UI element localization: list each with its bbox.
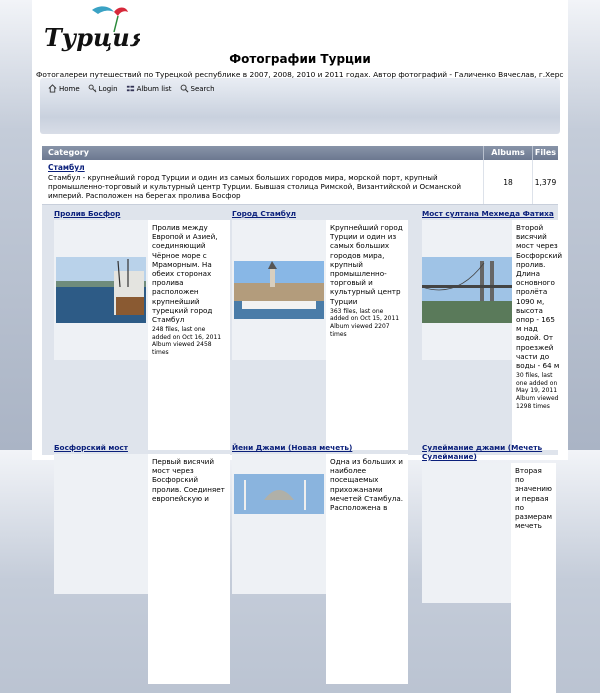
menu-home-label: Home xyxy=(59,84,80,93)
header-files: Files xyxy=(532,146,558,160)
menu-login-label: Login xyxy=(98,84,118,93)
page-frame: Турция Фотографии Турции Home Login Albu… xyxy=(32,0,568,693)
album-title-link[interactable]: Город Стамбул xyxy=(232,209,408,218)
album-description: Крупнейший город Турции и один из самых … xyxy=(330,223,403,306)
category-link[interactable]: Стамбул xyxy=(48,163,477,172)
header-category: Category xyxy=(48,148,89,157)
category-table: Category Albums Files Стамбул Стамбул - … xyxy=(42,146,567,693)
menu-search-label: Search xyxy=(190,84,215,93)
album-body: Пролив между Европой и Азией, соединяющи… xyxy=(54,220,230,450)
album-body: Вторая по значению и первая по размерам … xyxy=(422,463,556,693)
search-icon xyxy=(180,84,188,93)
menu-album-list[interactable]: Album list xyxy=(124,84,174,93)
menu-login[interactable]: Login xyxy=(86,84,120,93)
header-albums: Albums xyxy=(483,146,532,160)
category-cell: Стамбул Стамбул - крупнейший город Турци… xyxy=(42,160,483,204)
album-description: Пролив между Европой и Азией, соединяющи… xyxy=(152,223,218,325)
category-albums-count: 18 xyxy=(483,160,532,204)
album-thumbnail[interactable] xyxy=(54,454,148,594)
album-card: Пролив Босфор Пролив между Европой и Ази… xyxy=(54,209,230,450)
album-title-link[interactable]: Йени Джами (Новая мечеть) xyxy=(232,443,408,452)
svg-text:Турция: Турция xyxy=(44,23,140,52)
album-title-link[interactable]: Пролив Босфор xyxy=(54,209,230,218)
album-title-link[interactable]: Сулеймание джами (Мечеть Сулеймание) xyxy=(422,443,556,461)
menu-search[interactable]: Search xyxy=(178,84,217,93)
album-body: Первый висячий мост через Босфорский про… xyxy=(54,454,230,684)
main-menu: Home Login Album list Search xyxy=(46,84,217,93)
istanbul-city-photo xyxy=(234,261,324,319)
key-icon xyxy=(88,84,97,93)
album-card: Мост султана Мехмеда Фатиха Второй висяч… xyxy=(422,209,567,450)
album-body: Крупнейший город Турции и один из самых … xyxy=(232,220,408,450)
category-row: Стамбул Стамбул - крупнейший город Турци… xyxy=(42,160,558,205)
menu-bar: Home Login Album list Search xyxy=(40,78,560,134)
album-text: Одна из больших и наиболее посещаемых пр… xyxy=(326,454,408,684)
album-card: Сулеймание джами (Мечеть Сулеймание) Вто… xyxy=(422,443,556,693)
album-text: Вторая по значению и первая по размерам … xyxy=(510,463,556,693)
album-card: Йени Джами (Новая мечеть) Одна из больши… xyxy=(232,443,408,684)
site-logo[interactable]: Турция xyxy=(40,2,140,56)
page-title: Фотографии Турции xyxy=(229,52,371,66)
category-description: Стамбул - крупнейший город Турции и один… xyxy=(48,173,462,200)
mosque-photo xyxy=(234,474,324,514)
album-thumbnail[interactable] xyxy=(422,220,512,360)
album-description: Одна из больших и наиболее посещаемых пр… xyxy=(330,457,404,513)
album-text: Пролив между Европой и Азией, соединяющи… xyxy=(148,220,230,450)
album-thumbnail[interactable] xyxy=(422,463,511,603)
album-body: Одна из больших и наиболее посещаемых пр… xyxy=(232,454,408,684)
album-thumbnail[interactable] xyxy=(54,220,148,360)
menu-album-list-label: Album list xyxy=(136,84,172,93)
bridge-photo xyxy=(422,257,512,323)
album-description: Второй висячий мост через Босфорский про… xyxy=(516,223,563,371)
album-list-icon xyxy=(126,85,134,92)
ship-bosphorus-photo xyxy=(56,257,146,323)
album-info: 248 files, last one added on Oct 16, 201… xyxy=(152,326,222,357)
album-card: Босфорский мост Первый висячий мост чере… xyxy=(54,443,230,684)
album-info: 30 files, last one added on May 19, 2011… xyxy=(516,372,559,410)
album-body: Второй висячий мост через Босфорский про… xyxy=(422,220,567,450)
menu-home[interactable]: Home xyxy=(46,84,82,93)
album-text: Крупнейший город Турции и один из самых … xyxy=(326,220,408,450)
album-title-link[interactable]: Мост султана Мехмеда Фатиха xyxy=(422,209,556,218)
category-files-count: 1,379 xyxy=(532,160,558,204)
album-card: Город Стамбул Крупнейший город Турции и … xyxy=(232,209,408,450)
album-text: Второй висячий мост через Босфорский про… xyxy=(512,220,567,450)
home-icon xyxy=(48,84,57,93)
album-thumbnail[interactable] xyxy=(232,454,326,594)
albums-grid: Пролив Босфор Пролив между Европой и Ази… xyxy=(42,205,567,693)
table-header: Category Albums Files xyxy=(42,146,558,160)
album-description: Вторая по значению и первая по размерам … xyxy=(514,466,552,531)
album-text: Первый висячий мост через Босфорский про… xyxy=(148,454,230,684)
album-info: 363 files, last one added on Oct 15, 201… xyxy=(330,307,400,338)
album-title-link[interactable]: Босфорский мост xyxy=(54,443,230,452)
album-thumbnail[interactable] xyxy=(232,220,326,360)
site-description: Фотогалереи путешествий по Турецкой респ… xyxy=(36,70,564,79)
album-description: Первый висячий мост через Босфорский про… xyxy=(152,457,225,503)
